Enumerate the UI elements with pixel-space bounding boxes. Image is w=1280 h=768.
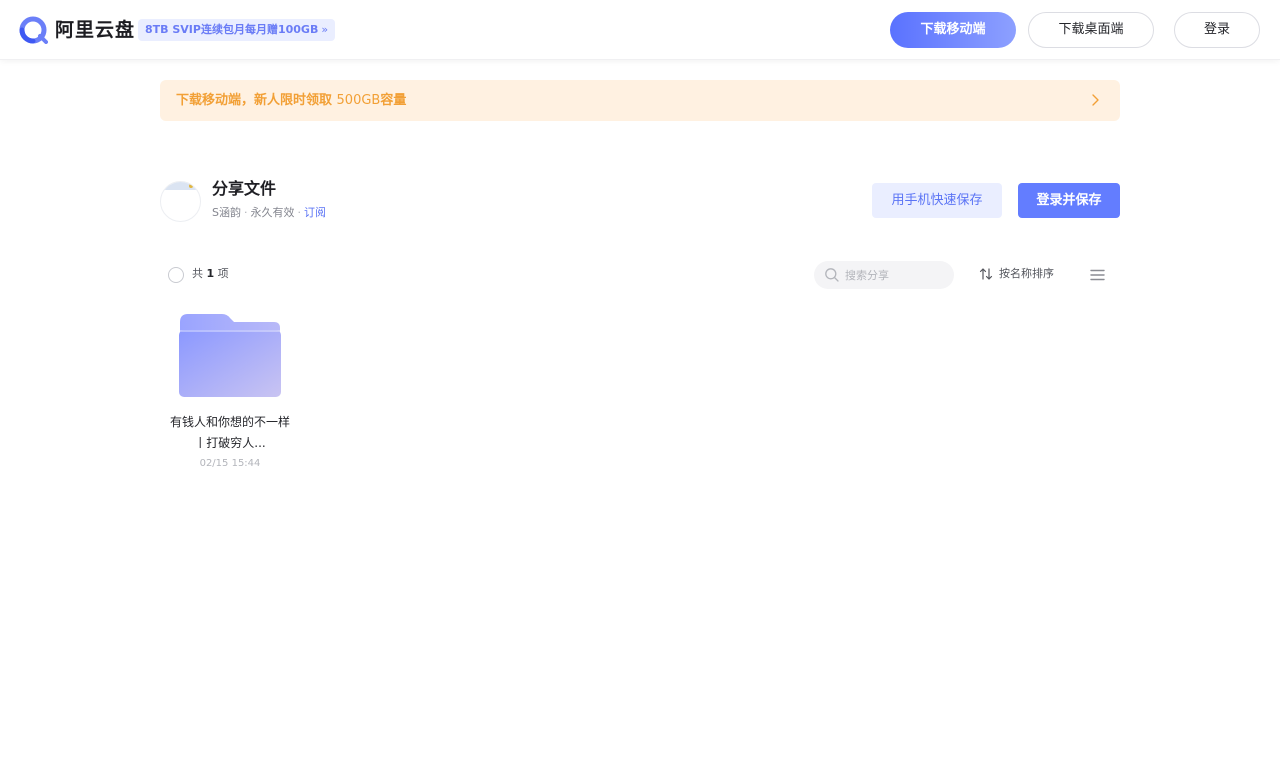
- share-validity: 永久有效: [250, 206, 295, 219]
- count-prefix: 共: [192, 267, 207, 280]
- download-mobile-button[interactable]: 下载移动端: [890, 12, 1016, 48]
- file-date: 02/15 15:44: [199, 458, 261, 469]
- brand-name: 阿里云盘: [55, 19, 136, 41]
- search-input[interactable]: [845, 261, 945, 289]
- sort-label: 按名称排序: [999, 267, 1054, 280]
- avatar: [160, 181, 201, 222]
- login-and-save-button[interactable]: 登录并保存: [1018, 183, 1120, 218]
- aliyun-drive-logo-icon: [19, 16, 48, 44]
- count-value: 1: [206, 267, 215, 280]
- subscribe-link[interactable]: 订阅: [304, 206, 326, 219]
- share-meta: S涵韵 · 永久有效 · 订阅: [212, 205, 326, 221]
- sort-arrows-icon: [979, 267, 993, 280]
- item-count: 共 1 项: [192, 265, 229, 282]
- avatar-image-icon: [161, 182, 200, 190]
- chevron-right-icon: [1092, 94, 1099, 106]
- top-header: 阿里云盘 8TB SVIP连续包月每月赠100GB» 下载移动端 下载桌面端 登…: [0, 0, 1280, 60]
- meta-separator: ·: [297, 206, 301, 219]
- banner-text-amount: 500GB: [336, 93, 381, 108]
- folder-icon: [179, 314, 281, 397]
- double-chevron-right-icon: »: [321, 23, 329, 36]
- file-card[interactable]: 有钱人和你想的不一样丨打破穷人... 02/15 15:44: [166, 306, 294, 476]
- select-all-checkbox[interactable]: [168, 267, 184, 283]
- sort-by-name-button[interactable]: 按名称排序: [978, 265, 1054, 282]
- meta-separator: ·: [243, 206, 248, 219]
- list-view-icon[interactable]: [1089, 267, 1106, 283]
- file-name: 有钱人和你想的不一样丨打破穷人...: [170, 415, 291, 450]
- share-title: 分享文件: [212, 179, 277, 198]
- share-owner: S涵韵: [212, 206, 241, 219]
- search-icon: [825, 268, 839, 282]
- promo-banner[interactable]: 下载移动端，新人限时领取 500GB容量: [160, 80, 1120, 121]
- brand-logo[interactable]: 阿里云盘: [19, 16, 135, 44]
- download-desktop-button[interactable]: 下载桌面端: [1028, 12, 1154, 48]
- count-suffix: 项: [214, 267, 229, 280]
- login-button[interactable]: 登录: [1174, 12, 1260, 48]
- svip-promo-badge[interactable]: 8TB SVIP连续包月每月赠100GB»: [138, 19, 336, 41]
- svip-promo-text: 8TB SVIP连续包月每月赠100GB: [145, 23, 319, 36]
- banner-text-tail: 容量: [380, 93, 407, 108]
- banner-text-bold: 下载移动端，新人限时领取: [176, 93, 337, 108]
- phone-quick-save-button[interactable]: 用手机快速保存: [872, 183, 1002, 218]
- search-box[interactable]: [814, 261, 954, 289]
- promo-banner-text: 下载移动端，新人限时领取 500GB容量: [176, 80, 406, 121]
